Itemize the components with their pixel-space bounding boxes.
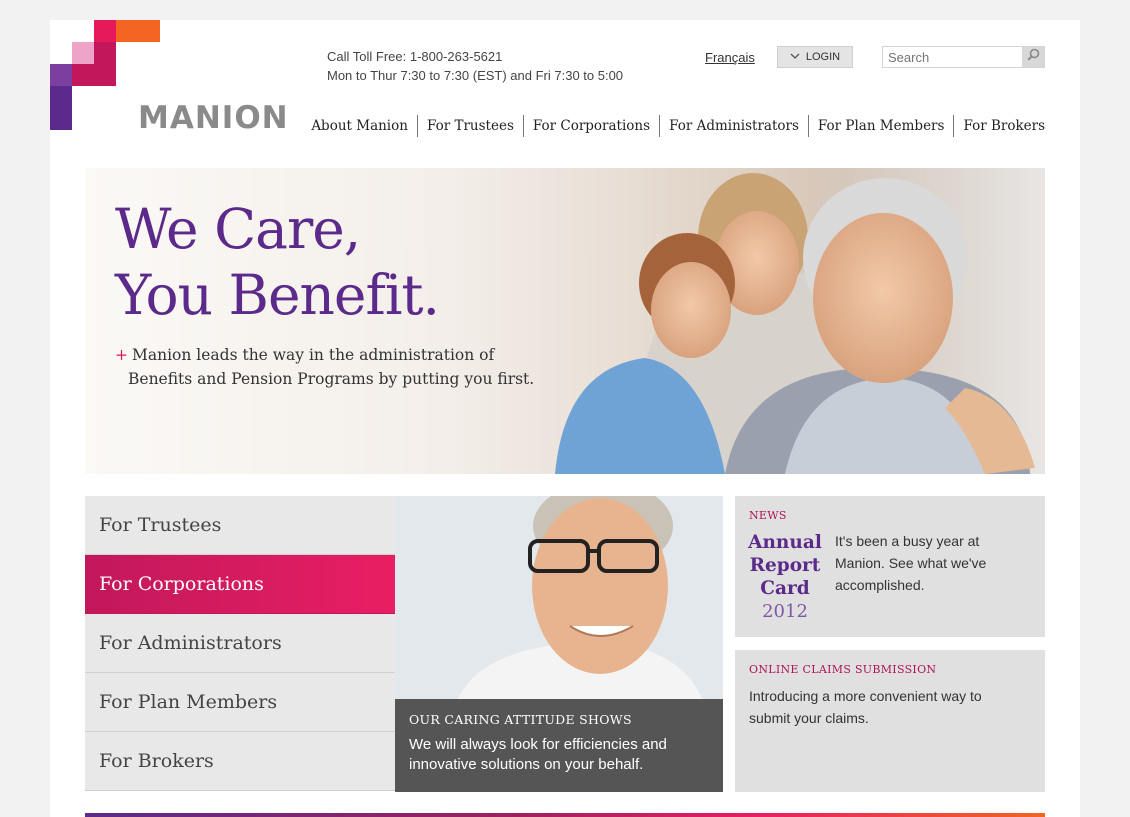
nav-trustees[interactable]: For Trustees <box>416 115 523 137</box>
audience-menu: For Trustees For Corporations For Admini… <box>85 496 395 791</box>
claims-label: ONLINE CLAIMS SUBMISSION <box>749 663 937 676</box>
login-button[interactable]: LOGIN <box>777 46 853 68</box>
news-text: It's been a busy year at Manion. See wha… <box>835 533 987 593</box>
audience-item-corporations[interactable]: For Corporations <box>85 555 395 614</box>
hero-tagline: + Manion leads the way in the administrat… <box>115 343 534 391</box>
language-link[interactable]: Français <box>705 50 755 65</box>
feature-body: We will always look for efficiencies and… <box>409 736 667 773</box>
search-input[interactable] <box>883 47 1022 67</box>
page: MANION Call Toll Free: 1-800-263-5621 Mo… <box>50 20 1080 817</box>
feature-heading: OUR CARING ATTITUDE SHOWS <box>409 712 632 727</box>
audience-item-administrators[interactable]: For Administrators <box>85 614 395 673</box>
hours-line: Mon to Thur 7:30 to 7:30 (EST) and Fri 7… <box>327 68 624 83</box>
nav-plan-members[interactable]: For Plan Members <box>807 115 954 137</box>
badge-line2: Report <box>749 555 821 576</box>
search-icon <box>1026 48 1040 66</box>
claims-card[interactable]: ONLINE CLAIMS SUBMISSION Introducing a m… <box>735 650 1045 792</box>
feature-panel[interactable]: OUR CARING ATTITUDE SHOWS We will always… <box>395 496 723 792</box>
claims-text: Introducing a more convenient way to sub… <box>749 688 982 726</box>
nav-administrators[interactable]: For Administrators <box>659 115 808 137</box>
nav-about[interactable]: About Manion <box>302 115 417 137</box>
footer-gradient-bar <box>85 813 1045 817</box>
hero-headline-line1: We Care, <box>115 197 361 261</box>
nav-corporations[interactable]: For Corporations <box>522 115 659 137</box>
hero-tagline-line1: Manion leads the way in the administrati… <box>132 346 495 364</box>
chevron-down-icon <box>790 52 800 62</box>
annual-report-badge[interactable]: Annual Report Card 2012 <box>747 531 823 624</box>
hero-banner: We Care, You Benefit. + Manion leads the … <box>85 168 1045 474</box>
badge-year: 2012 <box>762 601 808 622</box>
audience-item-plan-members[interactable]: For Plan Members <box>85 673 395 732</box>
main-nav: About Manion For Trustees For Corporatio… <box>302 115 1045 137</box>
man-with-glasses-photo <box>395 496 723 706</box>
hero-tagline-line2: Benefits and Pension Programs by putting… <box>128 370 535 388</box>
badge-line1: Annual <box>748 532 822 553</box>
hero-headline-line2: You Benefit. <box>115 263 440 327</box>
search-button[interactable] <box>1022 47 1044 67</box>
login-label: LOGIN <box>805 51 841 63</box>
plus-icon: + <box>115 346 128 364</box>
audience-item-brokers[interactable]: For Brokers <box>85 732 395 791</box>
phone-line: Call Toll Free: 1-800-263-5621 <box>327 49 503 64</box>
logo-wordmark[interactable]: MANION <box>138 100 289 136</box>
contact-info: Call Toll Free: 1-800-263-5621 Mon to Th… <box>327 47 623 85</box>
nav-brokers[interactable]: For Brokers <box>953 115 1045 137</box>
news-card[interactable]: NEWS Annual Report Card 2012 It's been a… <box>735 496 1045 637</box>
search-box <box>882 46 1045 68</box>
hero-headline: We Care, You Benefit. <box>115 196 440 328</box>
badge-line3: Card <box>760 578 810 599</box>
news-label: NEWS <box>749 509 787 522</box>
audience-item-trustees[interactable]: For Trustees <box>85 496 395 555</box>
feature-caption: OUR CARING ATTITUDE SHOWS We will always… <box>395 699 723 792</box>
